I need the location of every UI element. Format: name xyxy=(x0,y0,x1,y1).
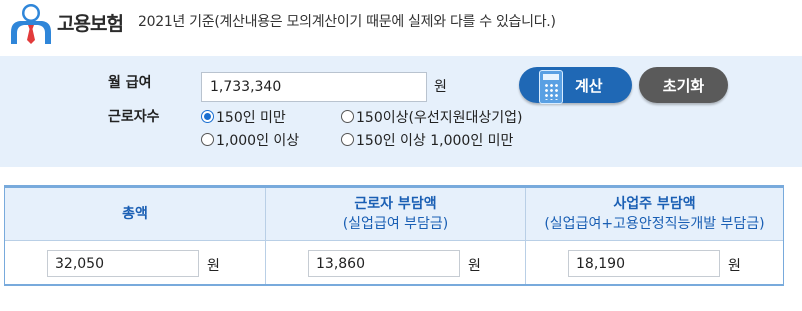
column-subtitle: (실업급여 부담금) xyxy=(342,216,449,232)
radio-unselected-icon[interactable] xyxy=(341,133,354,146)
radio-selected-icon[interactable] xyxy=(201,110,214,123)
radio-150-priority-support[interactable]: 150이상(우선지원대상기업) xyxy=(341,107,522,127)
radio-unselected-icon[interactable] xyxy=(341,110,354,123)
employer-share-field[interactable] xyxy=(568,250,720,277)
employment-insurance-logo-icon xyxy=(11,4,51,44)
total-unit: 원 xyxy=(207,258,220,274)
result-table: 총액 근로자 부담액 (실업급여 부담금) 사업주 부담액 (실업급여+고용안정… xyxy=(4,185,784,286)
wage-input[interactable] xyxy=(201,72,427,102)
employee-unit: 원 xyxy=(468,258,481,274)
radio-1000-or-more[interactable]: 1,000인 이상 xyxy=(201,130,299,150)
radio-unselected-icon[interactable] xyxy=(201,133,214,146)
employee-share-field[interactable] xyxy=(308,250,460,277)
workers-label: 근로자수 xyxy=(108,109,160,125)
column-title: 사업주 부담액 xyxy=(613,196,696,212)
column-header-employer-share: 사업주 부담액 (실업급여+고용안정직능개발 부담금) xyxy=(525,188,783,241)
result-cell-employer: 원 xyxy=(525,241,783,284)
page-subtitle: 2021년 기준(계산내용은 모의계산이기 때문에 실제와 다를 수 있습니다.… xyxy=(138,14,556,30)
input-panel: 월 급여 원 근로자수 150인 미만 150이상(우선지원대상기업) 1,00… xyxy=(0,56,802,167)
radio-label: 150이상(우선지원대상기업) xyxy=(356,110,523,126)
column-title: 총액 xyxy=(122,206,148,222)
logo-text: 고용보험 xyxy=(57,13,124,35)
radio-150-to-1000[interactable]: 150인 이상 1,000인 미만 xyxy=(341,130,513,150)
total-amount-field[interactable] xyxy=(47,250,199,277)
calculate-button[interactable]: 계산 xyxy=(519,67,632,104)
wage-label: 월 급여 xyxy=(108,75,152,91)
column-subtitle: (실업급여+고용안정직능개발 부담금) xyxy=(544,216,765,232)
calculate-button-label: 계산 xyxy=(575,77,603,95)
result-cell-employee: 원 xyxy=(265,241,525,284)
column-header-employee-share: 근로자 부담액 (실업급여 부담금) xyxy=(265,188,525,241)
radio-label: 150인 미만 xyxy=(216,110,286,126)
column-title: 근로자 부담액 xyxy=(354,196,437,212)
employer-unit: 원 xyxy=(728,258,741,274)
wage-unit: 원 xyxy=(434,79,447,95)
reset-button[interactable]: 초기화 xyxy=(639,67,728,103)
calculator-icon xyxy=(539,70,563,104)
radio-label: 150인 이상 1,000인 미만 xyxy=(356,133,514,149)
radio-label: 1,000인 이상 xyxy=(216,133,300,149)
result-cell-total: 원 xyxy=(5,241,265,284)
column-header-total: 총액 xyxy=(5,188,265,241)
radio-under-150[interactable]: 150인 미만 xyxy=(201,107,286,127)
page-header: 고용보험 2021년 기준(계산내용은 모의계산이기 때문에 실제와 다를 수 … xyxy=(0,0,802,56)
